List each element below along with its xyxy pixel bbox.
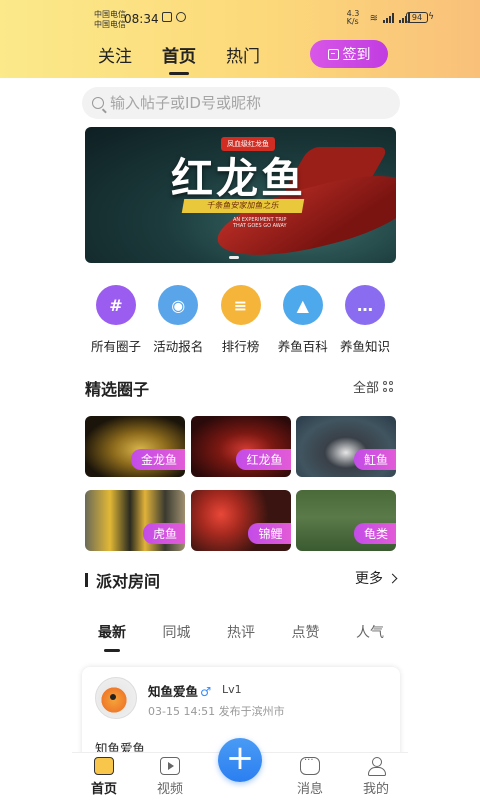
nfc-icon xyxy=(162,12,172,22)
quick-label: 排行榜 xyxy=(221,339,260,354)
search-bar[interactable] xyxy=(82,87,400,119)
hashtag-icon: # xyxy=(96,285,136,325)
notification-icons xyxy=(162,12,186,22)
banner-title: 红龙鱼 xyxy=(171,154,307,203)
grid-icon xyxy=(383,381,394,392)
circle-card-turtle[interactable]: 龟类 xyxy=(296,490,396,551)
circle-card-koi[interactable]: 锦鲤 xyxy=(190,490,291,551)
party-more-label: 更多 xyxy=(355,571,383,587)
quick-label: 所有圈子 xyxy=(90,339,141,354)
carrier-1: 中国电信 xyxy=(94,10,126,19)
feed-tabs: 最新 同城 热评 点赞 人气 xyxy=(98,622,384,652)
chat-icon: … xyxy=(345,285,385,325)
checkin-icon xyxy=(327,48,339,60)
male-icon: ♂ xyxy=(200,684,212,699)
circle-label: 红龙鱼 xyxy=(236,449,291,470)
carrier-info: 中国电信 中国电信 xyxy=(94,10,126,30)
featured-all-label: 全部 xyxy=(352,381,379,396)
quick-encyclopedia[interactable]: ▲ 养鱼百科 xyxy=(272,285,334,355)
circle-card-stingray[interactable]: 魟鱼 xyxy=(296,416,396,477)
search-input[interactable] xyxy=(110,94,390,112)
chevron-right-icon xyxy=(387,573,398,583)
tab-same-city[interactable]: 同城 xyxy=(163,622,191,652)
message-icon xyxy=(300,755,320,775)
nav-label: 首页 xyxy=(90,782,117,797)
circle-label: 锦鲤 xyxy=(248,523,291,544)
user-icon xyxy=(366,757,386,776)
search-icon xyxy=(92,97,104,109)
circle-label: 虎鱼 xyxy=(142,523,185,544)
tab-latest[interactable]: 最新 xyxy=(98,622,126,652)
banner-subtitle: AN EXPERIMENT TRIP THAT GOES GO AWAY xyxy=(233,217,287,229)
circle-label: 魟鱼 xyxy=(353,449,396,470)
avatar[interactable] xyxy=(95,677,137,719)
status-bar: 中国电信 中国电信 08:34 4.3 K/s ≋ 94 ϟ xyxy=(0,0,480,34)
party-room-title: 派对房间 xyxy=(96,572,161,591)
wifi-icon: ≋ xyxy=(369,12,378,24)
section-bar-icon xyxy=(85,573,88,587)
nav-video[interactable]: 视频 xyxy=(148,757,192,797)
battery-icon: 94 xyxy=(406,12,428,23)
speed-text: 4.3 K/s xyxy=(346,9,360,26)
nav-me[interactable]: 我的 xyxy=(354,757,398,797)
ranking-icon: ≡ xyxy=(220,285,261,325)
carrier-2: 中国电信 xyxy=(94,20,126,29)
circle-card-red-arowana[interactable]: 红龙鱼 xyxy=(190,416,291,477)
status-right: 4.3 K/s ≋ xyxy=(347,10,410,26)
tab-hot-comments[interactable]: 热评 xyxy=(227,622,255,652)
username-text: 知鱼爱鱼 xyxy=(148,684,199,699)
header-background: 中国电信 中国电信 08:34 4.3 K/s ≋ 94 ϟ 关注 首页 热门 … xyxy=(0,0,480,78)
post-username[interactable]: 知鱼爱鱼 ♂ xyxy=(148,681,211,700)
quick-knowledge[interactable]: … 养鱼知识 xyxy=(334,285,396,355)
featured-all-button[interactable]: 全部 xyxy=(353,377,394,396)
quick-menu: # 所有圈子 ◉ 活动报名 ≡ 排行榜 ▲ 养鱼百科 … 养鱼知识 xyxy=(85,285,396,355)
featured-title: 精选圈子 xyxy=(85,380,150,399)
nav-label: 我的 xyxy=(362,782,389,797)
circle-card-tiger-fish[interactable]: 虎鱼 xyxy=(85,490,185,551)
circle-label: 金龙鱼 xyxy=(130,449,185,470)
user-level-badge: Lv1 xyxy=(222,683,242,696)
nav-messages[interactable]: 消息 xyxy=(288,755,332,797)
banner-ribbon: 千条鱼安家加鱼之乐 xyxy=(181,199,305,213)
party-room-header: 派对房间 xyxy=(85,568,160,592)
quick-ranking[interactable]: ≡ 排行榜 xyxy=(210,285,272,355)
party-more-button[interactable]: 更多 xyxy=(355,568,398,588)
banner-carousel[interactable]: 凤血级红龙鱼 红龙鱼 千条鱼安家加鱼之乐 AN EXPERIMENT TRIP … xyxy=(85,127,396,263)
circle-card-golden-arowana[interactable]: 金龙鱼 xyxy=(85,416,185,477)
charging-icon: ϟ xyxy=(428,12,434,22)
tab-home[interactable]: 首页 xyxy=(162,42,196,75)
checkin-button[interactable]: 签到 xyxy=(310,40,388,68)
status-time: 08:34 xyxy=(124,12,159,26)
video-icon xyxy=(160,757,180,775)
quick-all-circles[interactable]: # 所有圈子 xyxy=(85,285,147,355)
graduation-cap-icon: ▲ xyxy=(282,285,323,325)
carousel-indicator xyxy=(229,256,239,259)
tab-popular[interactable]: 人气 xyxy=(356,622,384,652)
nav-label: 视频 xyxy=(156,782,183,797)
tab-likes[interactable]: 点赞 xyxy=(292,622,320,652)
nav-home[interactable]: 首页 xyxy=(82,757,126,797)
quick-label: 活动报名 xyxy=(153,339,204,354)
quick-label: 养鱼知识 xyxy=(339,339,390,354)
quick-label: 养鱼百科 xyxy=(277,339,328,354)
activity-icon: ◉ xyxy=(158,285,199,325)
checkin-label: 签到 xyxy=(342,47,371,63)
post-meta: 03-15 14:51 发布于滨州市 xyxy=(148,705,285,718)
signal-icon xyxy=(383,13,394,23)
home-icon xyxy=(94,757,114,775)
circle-label: 龟类 xyxy=(353,523,396,544)
nav-label: 消息 xyxy=(296,782,323,797)
quick-activity-signup[interactable]: ◉ 活动报名 xyxy=(147,285,209,355)
top-tabs: 关注 首页 热门 xyxy=(98,42,260,75)
app-notification-icon xyxy=(176,12,186,22)
tab-follow[interactable]: 关注 xyxy=(98,42,132,75)
tab-hot[interactable]: 热门 xyxy=(226,42,260,75)
circle-grid: 金龙鱼 红龙鱼 魟鱼 虎鱼 锦鲤 龟类 xyxy=(85,416,396,551)
create-post-button[interactable]: + xyxy=(218,738,262,782)
